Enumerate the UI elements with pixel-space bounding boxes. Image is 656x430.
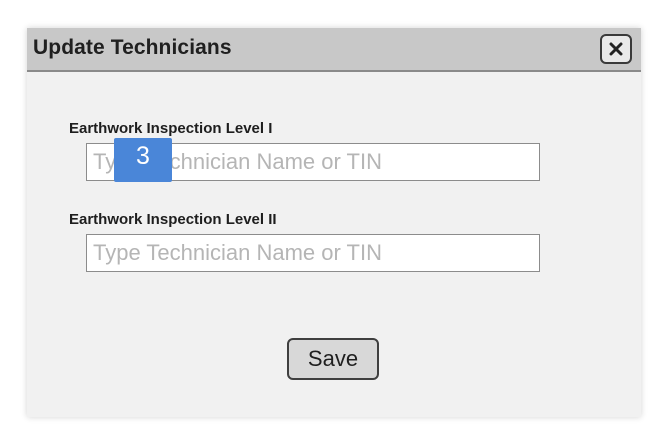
close-button[interactable]: [600, 34, 632, 64]
close-icon: [609, 42, 623, 56]
level-1-label: Earthwork Inspection Level I: [69, 120, 273, 137]
level-2-technician-input[interactable]: [86, 234, 540, 272]
screenshot-stage: Update Technicians Earthwork Inspection …: [0, 0, 656, 430]
level-2-label: Earthwork Inspection Level II: [69, 211, 277, 228]
step-number-badge: 3: [114, 138, 172, 182]
dialog-title: Update Technicians: [33, 36, 232, 59]
dialog-titlebar: Update Technicians: [27, 28, 641, 72]
save-button[interactable]: Save: [287, 338, 379, 380]
